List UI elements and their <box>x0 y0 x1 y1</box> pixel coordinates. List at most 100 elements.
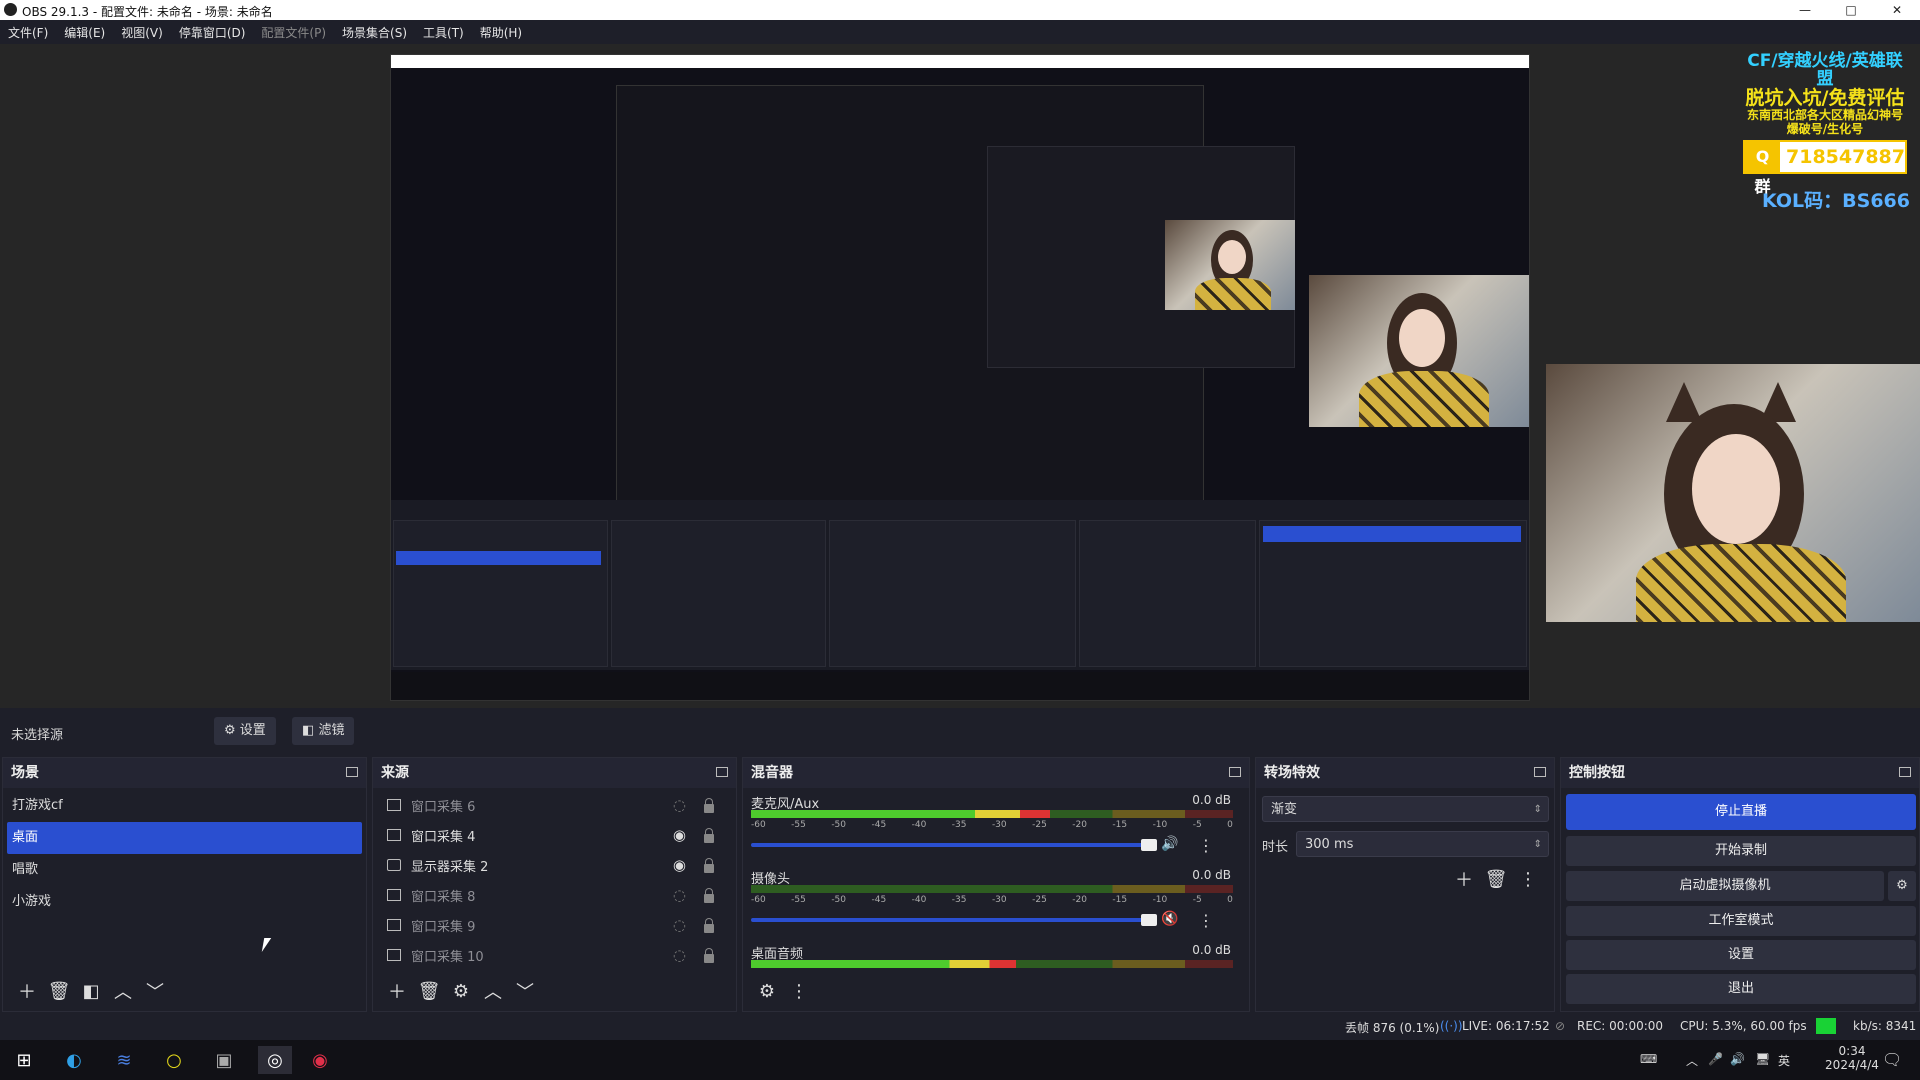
volume-slider-handle[interactable] <box>1141 914 1157 926</box>
minimize-button[interactable]: — <box>1782 0 1828 20</box>
ime-language[interactable]: 英 <box>1778 1052 1790 1069</box>
transition-menu-button[interactable]: ⋮ <box>1512 863 1544 895</box>
mixer-menu-button[interactable]: ⋮ <box>783 975 815 1007</box>
meter-scale-tick: -15 <box>1112 895 1128 905</box>
app-window-icon[interactable]: ▣ <box>210 1046 238 1074</box>
eye-hidden-icon[interactable]: ◌ <box>673 916 686 934</box>
more-options-icon[interactable]: ⋮ <box>1198 911 1214 930</box>
exit-button[interactable]: 退出 <box>1566 974 1916 1004</box>
scenes-header: 场景 <box>3 758 366 788</box>
eye-icon[interactable]: ◉ <box>673 826 686 844</box>
edge-browser-icon[interactable]: ◐ <box>60 1046 88 1074</box>
app-ring-icon[interactable]: ○ <box>160 1046 188 1074</box>
more-options-icon[interactable]: ⋮ <box>1198 836 1214 855</box>
settings-button[interactable]: 设置 <box>1566 940 1916 970</box>
start-recording-button[interactable]: 开始录制 <box>1566 836 1916 866</box>
advanced-audio-button[interactable]: ⚙ <box>751 975 783 1007</box>
undock-icon[interactable] <box>1534 767 1546 777</box>
source-item[interactable]: 显示器采集 2 ◉ <box>373 850 736 880</box>
lock-icon[interactable] <box>704 798 714 813</box>
speaker-icon[interactable]: 🔊 <box>1161 836 1178 852</box>
preview-canvas[interactable]: CF/穿越火线/英雄联盟 脱坑入坑/免费评估 东南西北部各大区精品幻神号 爆破号… <box>0 44 1920 708</box>
eye-icon[interactable]: ◉ <box>673 856 686 874</box>
menu-tools[interactable]: 工具(T) <box>415 24 472 41</box>
menu-edit[interactable]: 编辑(E) <box>56 24 113 41</box>
window-capture-icon <box>387 919 401 931</box>
lock-icon[interactable] <box>704 918 714 933</box>
add-source-button[interactable]: ＋ <box>381 975 413 1007</box>
overlay-line-1: CF/穿越火线/英雄联盟 <box>1747 51 1903 89</box>
undock-icon[interactable] <box>1899 767 1911 777</box>
start-virtual-camera-button[interactable]: 启动虚拟摄像机 <box>1566 871 1884 901</box>
lock-icon[interactable] <box>704 828 714 843</box>
menu-scene-collection[interactable]: 场景集合(S) <box>334 24 415 41</box>
mirror-docks <box>391 500 1529 670</box>
speaker-muted-icon[interactable]: 🔇 <box>1161 911 1178 927</box>
source-item[interactable]: 窗口采集 10 ◌ <box>373 940 736 970</box>
source-item[interactable]: 窗口采集 8 ◌ <box>373 880 736 910</box>
lock-icon[interactable] <box>704 948 714 963</box>
window-capture-icon <box>387 829 401 841</box>
obs-taskbar-icon[interactable]: ◎ <box>258 1046 292 1074</box>
volume-icon[interactable]: 🔊 <box>1730 1052 1745 1066</box>
move-source-down-button[interactable]: ﹀ <box>509 975 541 1007</box>
source-properties-button[interactable]: ⚙ <box>445 975 477 1007</box>
source-item[interactable]: 窗口采集 9 ◌ <box>373 910 736 940</box>
scene-item[interactable]: 唱歌 <box>3 854 366 886</box>
lock-icon[interactable] <box>704 858 714 873</box>
move-source-up-button[interactable]: ︿ <box>477 975 509 1007</box>
undock-icon[interactable] <box>716 767 728 777</box>
tray-chevron-up-icon[interactable]: ︿ <box>1686 1052 1698 1069</box>
source-item[interactable]: 窗口采集 4 ◉ <box>373 820 736 850</box>
move-scene-down-button[interactable]: ﹀ <box>139 975 171 1007</box>
eye-hidden-icon[interactable]: ◌ <box>673 796 686 814</box>
source-settings-button[interactable]: ⚙ 设置 <box>214 717 276 745</box>
scene-item-active[interactable]: 桌面 <box>7 822 362 854</box>
move-scene-up-button[interactable]: ︿ <box>107 975 139 1007</box>
network-icon[interactable]: 🖥 <box>1755 1052 1770 1066</box>
scene-item[interactable]: 打游戏cf <box>3 790 366 822</box>
meter-scale-tick: -30 <box>991 895 1007 905</box>
volume-slider[interactable] <box>751 914 1157 926</box>
app-icon[interactable]: ≋ <box>110 1046 138 1074</box>
lock-icon[interactable] <box>704 888 714 903</box>
notification-icon[interactable]: 🗨 <box>1882 1050 1902 1069</box>
scene-filters-button[interactable]: ◧ <box>75 975 107 1007</box>
remove-source-button[interactable]: 🗑 <box>413 975 445 1007</box>
clock[interactable]: 0:34 2024/4/4 <box>1812 1044 1892 1072</box>
undock-icon[interactable] <box>1229 767 1241 777</box>
menu-help[interactable]: 帮助(H) <box>472 24 530 41</box>
add-scene-button[interactable]: ＋ <box>11 975 43 1007</box>
scene-item[interactable]: 小游戏 <box>3 886 366 918</box>
remove-scene-button[interactable]: 🗑 <box>43 975 75 1007</box>
menu-file[interactable]: 文件(F) <box>0 24 56 41</box>
meter-scale-tick: -10 <box>1152 820 1168 830</box>
netease-music-icon[interactable]: ◉ <box>306 1046 334 1074</box>
microphone-icon[interactable]: 🎤 <box>1708 1052 1723 1066</box>
keyboard-icon[interactable]: ⌨ <box>1640 1052 1657 1066</box>
studio-mode-button[interactable]: 工作室模式 <box>1566 906 1916 936</box>
controls-title: 控制按钮 <box>1569 765 1625 781</box>
eye-hidden-icon[interactable]: ◌ <box>673 886 686 904</box>
windows-start-icon[interactable]: ⊞ <box>10 1046 38 1074</box>
meter-scale-tick: -20 <box>1072 895 1087 905</box>
source-name: 显示器采集 2 <box>411 859 489 875</box>
duration-spinbox[interactable]: 300 ms ⇕ <box>1296 831 1549 857</box>
undock-icon[interactable] <box>346 767 358 777</box>
source-item[interactable]: 窗口采集 6 ◌ <box>373 790 736 820</box>
eye-hidden-icon[interactable]: ◌ <box>673 946 686 964</box>
remove-transition-button[interactable]: 🗑 <box>1480 863 1512 895</box>
menu-profile[interactable]: 配置文件(P) <box>253 24 334 41</box>
close-button[interactable]: ✕ <box>1874 0 1920 20</box>
virtual-camera-settings-button[interactable]: ⚙ <box>1888 871 1916 901</box>
menu-docks[interactable]: 停靠窗口(D) <box>171 24 254 41</box>
add-transition-button[interactable]: ＋ <box>1448 863 1480 895</box>
transition-select[interactable]: 渐变 ⇕ <box>1262 796 1549 822</box>
volume-slider-handle[interactable] <box>1141 839 1157 851</box>
menu-view[interactable]: 视图(V) <box>113 24 171 41</box>
source-filters-button[interactable]: ◧ 滤镜 <box>292 717 355 745</box>
maximize-button[interactable]: □ <box>1828 0 1874 20</box>
stop-streaming-button[interactable]: 停止直播 <box>1566 794 1916 830</box>
meter-scale-tick: -50 <box>831 820 847 830</box>
volume-slider[interactable] <box>751 839 1157 851</box>
